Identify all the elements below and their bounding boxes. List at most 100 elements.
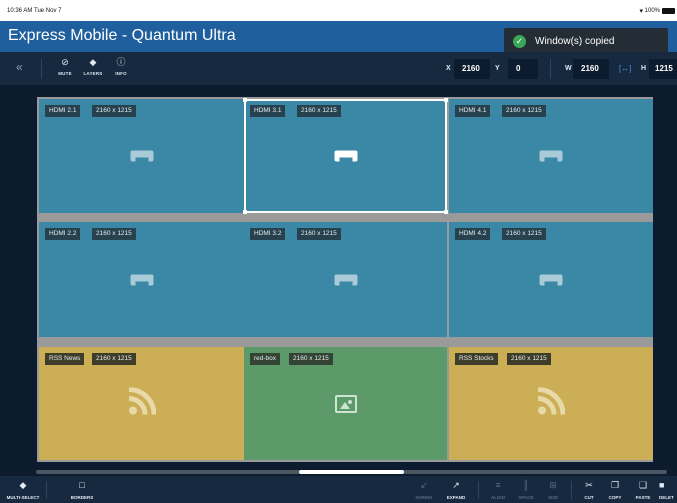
window-resolution-label: 2160 x 1215 bbox=[92, 353, 136, 365]
toolbar-divider bbox=[571, 481, 572, 499]
w-label: W bbox=[565, 65, 572, 72]
mute-icon: ⊘ bbox=[61, 57, 69, 67]
window-name-label: HDMI 4.1 bbox=[455, 105, 491, 117]
window-resolution-label: 2160 x 1215 bbox=[92, 228, 136, 240]
horizontal-scrollbar[interactable] bbox=[36, 470, 667, 474]
shrink-button[interactable]: ↙ SHRINK bbox=[411, 480, 437, 500]
check-icon: ✓ bbox=[513, 35, 526, 48]
scrollbar-thumb[interactable] bbox=[299, 470, 404, 474]
window-resolution-label: 2160 x 1215 bbox=[297, 105, 341, 117]
resize-handle[interactable] bbox=[243, 98, 247, 102]
cut-label: CUT bbox=[584, 495, 594, 500]
battery-percent: 100% bbox=[644, 8, 660, 14]
x-input[interactable]: 2160 bbox=[454, 59, 490, 79]
toolbar-divider bbox=[478, 481, 479, 499]
align-button[interactable]: ≡ ALIGN bbox=[486, 480, 510, 500]
info-icon: ⓘ bbox=[116, 57, 126, 67]
rss-icon bbox=[128, 386, 156, 420]
expand-icon: ↗ bbox=[452, 480, 460, 490]
layout-canvas[interactable]: HDMI 2.1 2160 x 1215 HDMI 3.1 2160 x 1215 HD… bbox=[37, 97, 653, 462]
image-icon bbox=[334, 394, 357, 413]
app-title: Express Mobile - Quantum Ultra bbox=[8, 27, 236, 44]
toolbar-divider bbox=[46, 481, 47, 499]
resize-handle[interactable] bbox=[444, 98, 448, 102]
status-bar: 10:36 AM Tue Nov 7 ▾ 100% bbox=[0, 0, 677, 21]
hdmi-icon bbox=[130, 150, 153, 162]
window-name-label: RSS Stocks bbox=[455, 353, 498, 365]
layers-button[interactable]: ◆ LAYERS bbox=[79, 57, 107, 76]
borders-label: BORDERS bbox=[70, 495, 94, 500]
borders-button[interactable]: □ BORDERS bbox=[66, 480, 98, 500]
window-resolution-label: 2160 x 1215 bbox=[502, 105, 546, 117]
hdmi-icon bbox=[334, 274, 357, 285]
toolbar-divider bbox=[41, 59, 42, 79]
mute-label: MUTE bbox=[58, 71, 72, 76]
copy-icon: ❐ bbox=[610, 480, 620, 490]
size-label: SIZE bbox=[547, 495, 558, 500]
window-tile[interactable]: HDMI 3.2 2160 x 1215 bbox=[244, 222, 447, 337]
window-name-label: RSS News bbox=[45, 353, 85, 365]
mute-button[interactable]: ⊘ MUTE bbox=[51, 57, 79, 76]
status-time: 10:36 AM bbox=[7, 8, 33, 14]
y-input[interactable]: 0 bbox=[508, 59, 538, 79]
expand-button[interactable]: ↗ EXPAND bbox=[443, 480, 469, 500]
window-resolution-label: 2160 x 1215 bbox=[502, 228, 546, 240]
align-label: ALIGN bbox=[491, 495, 505, 500]
window-tile[interactable]: HDMI 4.1 2160 x 1215 bbox=[449, 99, 653, 213]
window-resolution-label: 2160 x 1215 bbox=[92, 105, 136, 117]
delete-button[interactable]: ■ DELET bbox=[659, 480, 677, 500]
layers-icon: ◆ bbox=[89, 57, 97, 67]
resize-handle[interactable] bbox=[444, 210, 448, 214]
hdmi-icon bbox=[539, 150, 563, 162]
shrink-icon: ↙ bbox=[420, 480, 428, 490]
resize-handle[interactable] bbox=[243, 210, 247, 214]
window-tile[interactable]: HDMI 4.2 2160 x 1215 bbox=[449, 222, 653, 337]
app-window: 10:36 AM Tue Nov 7 ▾ 100% Express Mobile… bbox=[0, 0, 677, 503]
hdmi-icon bbox=[539, 274, 563, 285]
layers-icon: ◆ bbox=[19, 480, 27, 490]
align-icon: ≡ bbox=[495, 480, 501, 490]
paste-icon: ❑ bbox=[638, 480, 648, 490]
window-name-label: HDMI 3.2 bbox=[250, 228, 286, 240]
hdmi-icon bbox=[334, 150, 357, 162]
window-tile[interactable]: HDMI 2.2 2160 x 1215 bbox=[39, 222, 244, 337]
bottom-toolbar: ◆ MULTI-SELECT □ BORDERS ↙ SHRINK ↗ EXPA… bbox=[0, 476, 677, 503]
window-tile[interactable]: RSS Stocks 2160 x 1215 bbox=[449, 347, 653, 460]
delete-label: DELET bbox=[659, 495, 674, 500]
window-tile[interactable]: HDMI 3.1 2160 x 1215 bbox=[243, 98, 448, 214]
info-button[interactable]: ⓘ INFO bbox=[107, 57, 135, 76]
copy-button[interactable]: ❐ COPY bbox=[604, 480, 626, 500]
size-grid-icon: ⊞ bbox=[549, 480, 557, 490]
cut-button[interactable]: ✂ CUT bbox=[579, 480, 599, 500]
paste-button[interactable]: ❑ PASTE bbox=[631, 480, 655, 500]
window-name-label: HDMI 2.2 bbox=[45, 228, 81, 240]
layers-label: LAYERS bbox=[83, 71, 103, 76]
shrink-label: SHRINK bbox=[415, 495, 433, 500]
space-button[interactable]: ║ SPACE bbox=[514, 480, 538, 500]
multi-select-label: MULTI-SELECT bbox=[6, 495, 40, 500]
border-square-icon: □ bbox=[79, 480, 85, 490]
copy-label: COPY bbox=[608, 495, 622, 500]
toast-message: Window(s) copied bbox=[535, 36, 615, 47]
window-tile[interactable]: red-box 2160 x 1215 bbox=[244, 347, 447, 460]
h-input[interactable]: 1215 bbox=[649, 59, 677, 79]
toolbar: « ⊘ MUTE ◆ LAYERS ⓘ INFO X 2160 Y 0 W 21… bbox=[0, 52, 677, 85]
window-name-label: HDMI 4.2 bbox=[455, 228, 491, 240]
h-label: H bbox=[641, 65, 647, 72]
rss-icon bbox=[537, 386, 566, 420]
space-label: SPACE bbox=[518, 495, 534, 500]
multi-select-button[interactable]: ◆ MULTI-SELECT bbox=[6, 480, 40, 500]
w-input[interactable]: 2160 bbox=[573, 59, 609, 79]
aspect-lock-icon[interactable]: [↔] bbox=[619, 64, 631, 73]
wifi-icon: ▾ bbox=[639, 8, 643, 15]
status-date: Tue Nov 7 bbox=[34, 8, 62, 14]
size-button[interactable]: ⊞ SIZE bbox=[541, 480, 565, 500]
window-resolution-label: 2160 x 1215 bbox=[289, 353, 333, 365]
window-name-label: HDMI 2.1 bbox=[45, 105, 81, 117]
collapse-panel-icon[interactable]: « bbox=[16, 60, 23, 74]
trash-icon: ■ bbox=[659, 480, 665, 490]
window-tile[interactable]: RSS News 2160 x 1215 bbox=[39, 347, 244, 460]
paste-label: PASTE bbox=[635, 495, 651, 500]
scissors-icon: ✂ bbox=[585, 480, 593, 490]
window-tile[interactable]: HDMI 2.1 2160 x 1215 bbox=[39, 99, 244, 213]
